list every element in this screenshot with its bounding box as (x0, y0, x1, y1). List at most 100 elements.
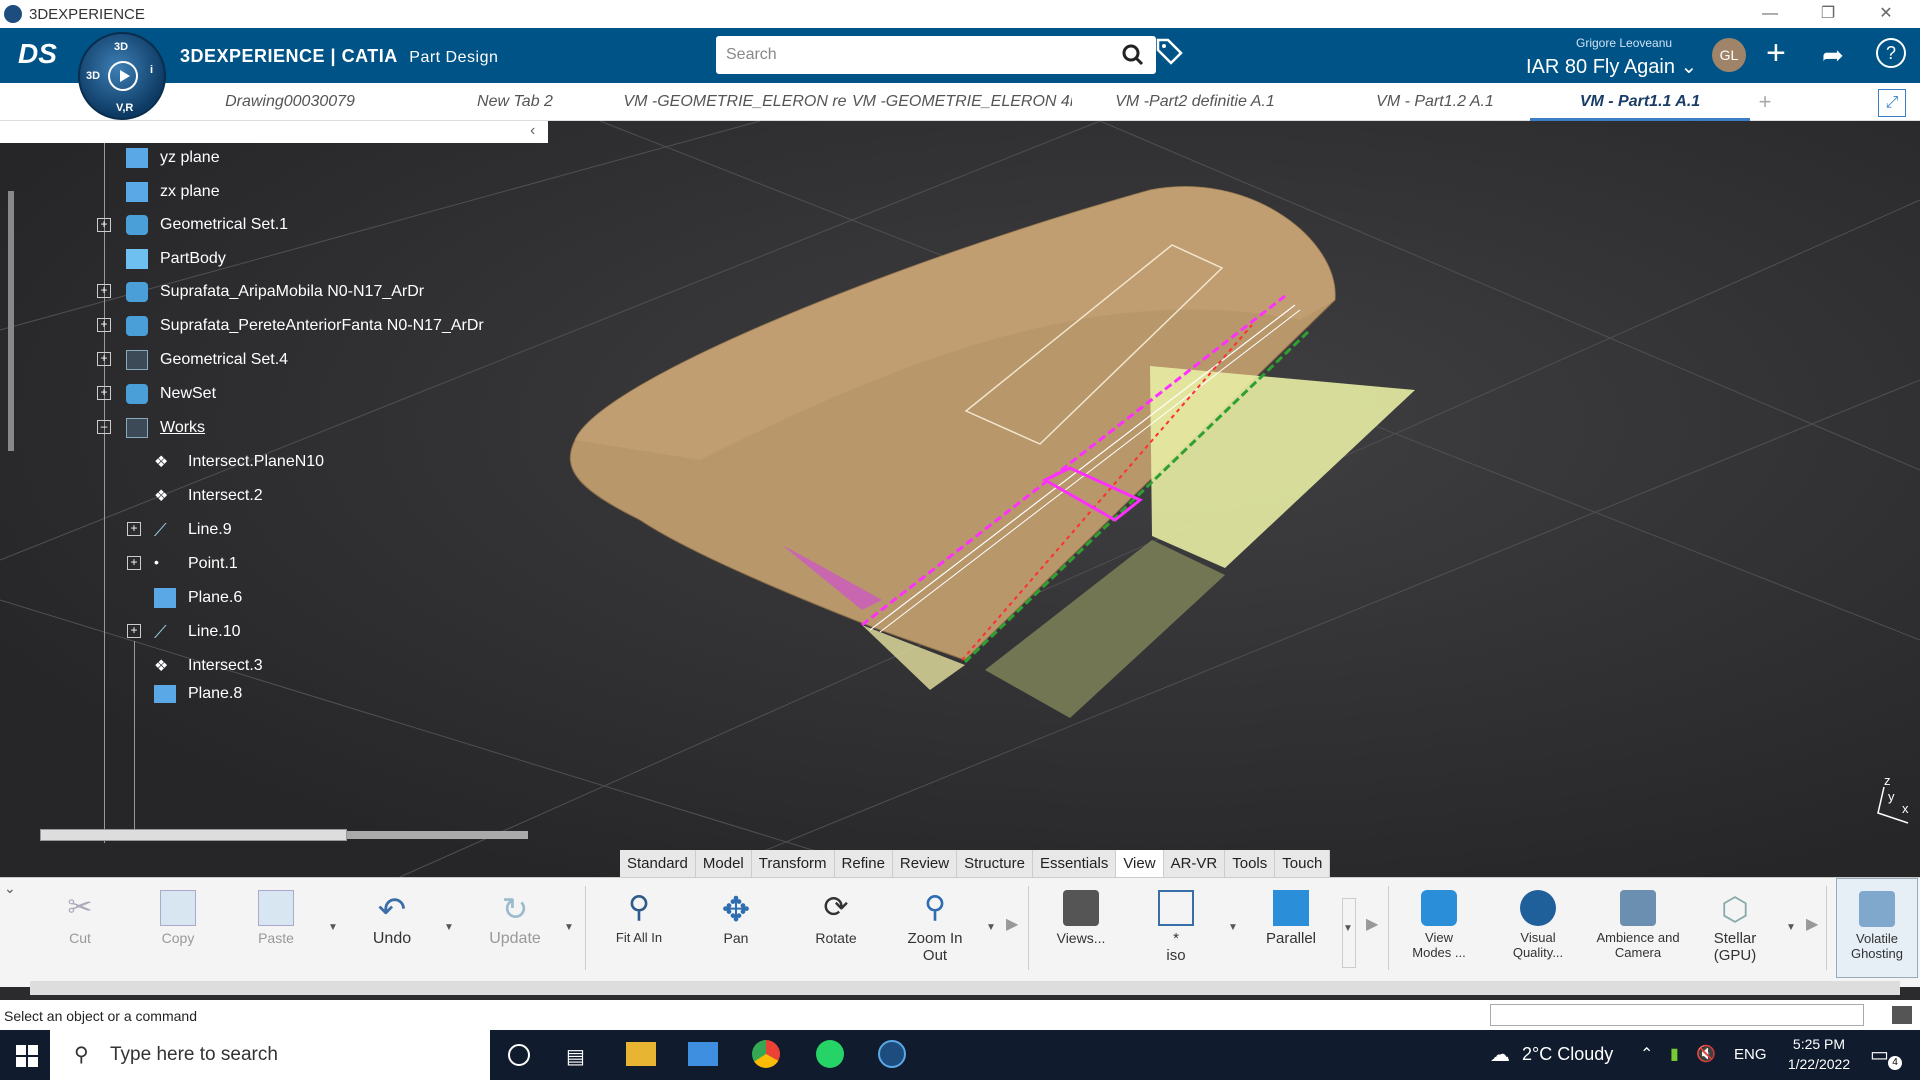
tree-item-line-10[interactable]: ⟋ Line.10 (154, 617, 241, 647)
ds-logo-icon[interactable]: DS (18, 38, 57, 70)
expand-icon[interactable]: + (127, 624, 141, 638)
tree-item-point-1[interactable]: • Point.1 (154, 549, 238, 579)
compass-widget[interactable]: 3D 3D i V,R (78, 32, 166, 120)
paste-dropdown-icon[interactable]: ▼ (328, 922, 338, 933)
console-icon[interactable] (1892, 1006, 1912, 1024)
tree-item-works[interactable]: Works (126, 413, 205, 443)
tree-item-plane-6[interactable]: Plane.6 (154, 583, 242, 613)
mail-icon[interactable] (688, 1042, 718, 1066)
windows-start-icon[interactable] (16, 1045, 38, 1067)
share-icon[interactable]: ➦ (1822, 40, 1844, 71)
tree-scrollbar[interactable] (8, 191, 14, 451)
cut-button[interactable]: ✂ Cut (50, 878, 110, 978)
zoom-dropdown-icon[interactable]: ▼ (986, 922, 996, 933)
tool-tab-view[interactable]: View (1116, 850, 1164, 877)
tool-tab-structure[interactable]: Structure (957, 850, 1033, 877)
add-icon[interactable]: + (1766, 34, 1786, 73)
whatsapp-icon[interactable] (816, 1040, 844, 1068)
rotate-button[interactable]: ⟳ Rotate (806, 878, 866, 978)
views-button[interactable]: Views... (1046, 878, 1116, 978)
network-icon[interactable]: ▮ (1670, 1044, 1679, 1064)
minimize-icon[interactable]: — (1742, 0, 1798, 28)
tree-item-partbody[interactable]: PartBody (126, 244, 226, 274)
tree-item-zx-plane[interactable]: zx plane (126, 177, 220, 207)
tree-item-yz-plane[interactable]: yz plane (126, 143, 220, 173)
tab-part1-2[interactable]: VM - Part1.2 A.1 (1320, 83, 1550, 121)
avatar[interactable]: GL (1712, 38, 1746, 72)
stellar-dropdown-icon[interactable]: ▼ (1786, 922, 1796, 933)
restore-icon[interactable]: ❐ (1800, 0, 1856, 28)
parallel-button[interactable]: Parallel (1256, 878, 1326, 978)
task-view-icon[interactable]: ▤ (566, 1044, 585, 1069)
expand-icon[interactable]: + (127, 522, 141, 536)
parallel-dropdown-icon[interactable]: ▼ (1342, 898, 1356, 968)
project-selector[interactable]: IAR 80 Fly Again ⌄ (1526, 54, 1697, 79)
copy-button[interactable]: Copy (148, 878, 208, 978)
ambience-camera-button[interactable]: Ambience and Camera (1596, 878, 1680, 978)
taskbar-search-input[interactable]: ⚲ Type here to search (50, 1030, 490, 1080)
undo-button[interactable]: ↶ Undo (362, 878, 422, 978)
collapse-icon[interactable]: – (97, 420, 111, 434)
iso-view-button[interactable]: * iso (1146, 878, 1206, 978)
cortana-icon[interactable] (508, 1044, 530, 1066)
tool-tab-ar-vr[interactable]: AR-VR (1164, 850, 1226, 877)
language-indicator[interactable]: ENG (1734, 1046, 1767, 1063)
pan-button[interactable]: ✥ Pan (706, 878, 766, 978)
expand-icon[interactable]: + (97, 318, 111, 332)
file-explorer-icon[interactable] (626, 1042, 656, 1066)
stellar-gpu-button[interactable]: ⬡ Stellar (GPU) (1700, 878, 1770, 978)
tree-item-plane-8[interactable]: Plane.8 (154, 685, 242, 703)
tab-part2[interactable]: VM -Part2 definitie A.1 (1080, 83, 1310, 121)
close-icon[interactable]: ✕ (1858, 0, 1914, 28)
zoom-in-out-button[interactable]: ⚲ Zoom In Out (900, 878, 970, 978)
volatile-ghosting-button[interactable]: Volatile Ghosting (1836, 878, 1918, 978)
volume-icon[interactable]: 🔇 (1696, 1044, 1716, 1064)
toolbar-collapse-icon[interactable]: ⌄ (4, 880, 16, 897)
tool-tab-standard[interactable]: Standard (620, 850, 696, 877)
tree-item-newset[interactable]: NewSet (126, 379, 216, 409)
tool-tab-touch[interactable]: Touch (1275, 850, 1331, 877)
view-modes-button[interactable]: View Modes ... (1404, 878, 1474, 978)
tree-scroll-thumb[interactable] (40, 829, 347, 841)
toolbar-scrollbar[interactable] (30, 981, 1900, 995)
tag-icon[interactable] (1154, 36, 1183, 65)
tool-tab-review[interactable]: Review (893, 850, 958, 877)
fullscreen-icon[interactable]: ⤢ (1878, 89, 1906, 117)
tool-tab-refine[interactable]: Refine (835, 850, 893, 877)
tree-item-suprafata-perete[interactable]: Suprafata_PereteAnteriorFanta N0-N17_ArD… (126, 311, 484, 341)
tree-item-intersect-planen10[interactable]: ❖ Intersect.PlaneN10 (154, 447, 324, 477)
new-tab-icon[interactable]: + (1750, 83, 1780, 121)
tab-new-tab-2[interactable]: New Tab 2 (430, 83, 600, 121)
undo-dropdown-icon[interactable]: ▼ (444, 922, 454, 933)
tree-item-geometrical-set-4[interactable]: Geometrical Set.4 (126, 345, 288, 375)
iso-dropdown-icon[interactable]: ▼ (1228, 922, 1238, 933)
paste-button[interactable]: Paste (246, 878, 306, 978)
visual-quality-button[interactable]: Visual Quality... (1500, 878, 1576, 978)
expand-icon[interactable]: + (127, 556, 141, 570)
command-input[interactable] (1490, 1004, 1864, 1026)
tool-tab-model[interactable]: Model (696, 850, 752, 877)
help-icon[interactable]: ? (1876, 38, 1906, 68)
chrome-icon[interactable] (752, 1040, 780, 1068)
clock-date[interactable]: 1/22/2022 (1778, 1056, 1860, 1072)
notifications-icon[interactable]: ▭ (1870, 1042, 1889, 1067)
tree-item-suprafata-aripa[interactable]: Suprafata_AripaMobila N0-N17_ArDr (126, 277, 424, 307)
tray-chevron-icon[interactable]: ⌃ (1640, 1044, 1653, 1064)
tree-item-intersect-2[interactable]: ❖ Intersect.2 (154, 481, 263, 511)
update-button[interactable]: ↻ Update (480, 878, 550, 978)
weather-text[interactable]: 2°C Cloudy (1522, 1044, 1613, 1065)
tool-tab-essentials[interactable]: Essentials (1033, 850, 1117, 877)
tab-drawing[interactable]: Drawing00030079 (200, 83, 380, 121)
scroll-right-icon[interactable]: ▶ (1006, 914, 1018, 934)
collapse-panel-icon[interactable]: ‹ (530, 122, 535, 140)
tool-tab-tools[interactable]: Tools (1225, 850, 1276, 877)
clock-time[interactable]: 5:25 PM (1784, 1036, 1854, 1052)
tool-tab-transform[interactable]: Transform (752, 850, 835, 877)
tree-item-geometrical-set-1[interactable]: Geometrical Set.1 (126, 210, 288, 240)
scroll-right-icon-2[interactable]: ▶ (1366, 914, 1378, 934)
play-icon[interactable] (108, 61, 138, 91)
search-input[interactable]: Search (716, 36, 1156, 74)
search-icon[interactable] (1122, 44, 1144, 72)
update-dropdown-icon[interactable]: ▼ (564, 922, 574, 933)
tab-part1-1[interactable]: VM - Part1.1 A.1 (1530, 83, 1750, 121)
